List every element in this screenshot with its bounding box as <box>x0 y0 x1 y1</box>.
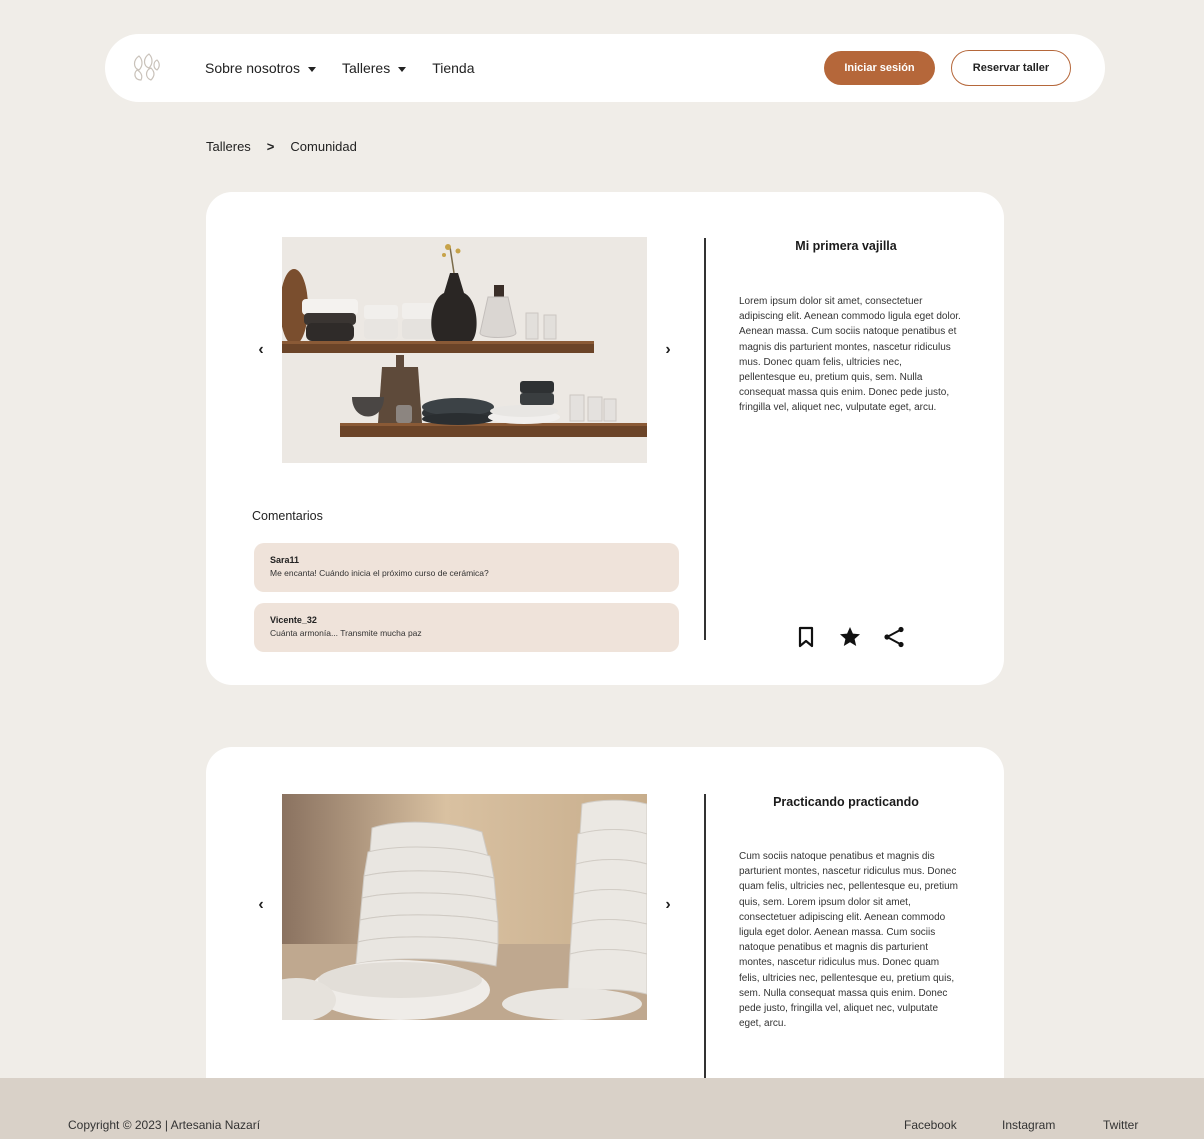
share-icon[interactable] <box>882 625 906 649</box>
caret-down-icon <box>398 66 407 72</box>
nav-item-label: Talleres <box>341 60 391 76</box>
chevron-right-icon: > <box>266 139 275 154</box>
nav-links: Sobre nosotros Talleres Tienda <box>205 34 501 102</box>
comment-item: Vicente_32 Cuánta armonía... Transmite m… <box>254 603 679 652</box>
post-title: Practicando practicando <box>773 795 919 809</box>
footer: Copyright © 2023 | Artesania Nazarí Face… <box>0 1078 1204 1139</box>
vertical-divider <box>704 794 706 1087</box>
footer-link-twitter[interactable]: Twitter <box>1103 1118 1138 1132</box>
comment-item: Sara11 Me encanta! Cuándo inicia el próx… <box>254 543 679 592</box>
nav-item-tienda[interactable]: Tienda <box>432 60 474 76</box>
nav-item-talleres[interactable]: Talleres <box>341 60 407 76</box>
caret-down-icon <box>307 66 316 72</box>
comment-text: Cuánta armonía... Transmite mucha paz <box>270 628 422 638</box>
book-workshop-button[interactable]: Reservar taller <box>951 50 1071 86</box>
breadcrumb: Talleres > Comunidad <box>206 139 357 154</box>
logo-icon[interactable] <box>129 52 165 84</box>
nav-item-label: Tienda <box>432 60 475 76</box>
post-actions <box>794 625 926 649</box>
breadcrumb-item-talleres[interactable]: Talleres <box>206 139 251 154</box>
comments-title: Comentarios <box>252 509 323 523</box>
post-body: Cum sociis natoque penatibus et magnis d… <box>739 851 959 1030</box>
nav-item-sobre-nosotros[interactable]: Sobre nosotros <box>205 60 316 76</box>
breadcrumb-item-comunidad: Comunidad <box>290 139 357 154</box>
vertical-divider <box>704 238 706 640</box>
post-image-shelves <box>282 237 647 463</box>
post-image-bowls <box>282 794 647 1020</box>
carousel-next-button[interactable]: › <box>658 340 678 360</box>
carousel-prev-button[interactable]: ‹ <box>251 340 271 360</box>
comment-user: Sara11 <box>270 555 300 565</box>
carousel-prev-button[interactable]: ‹ <box>251 895 271 915</box>
comment-user: Vicente_32 <box>270 615 317 625</box>
footer-link-instagram[interactable]: Instagram <box>1002 1118 1055 1132</box>
carousel-next-button[interactable]: › <box>658 895 678 915</box>
comment-text: Me encanta! Cuándo inicia el próximo cur… <box>270 568 489 578</box>
post-card: ‹ <box>206 192 1004 685</box>
top-navbar: Sobre nosotros Talleres Tienda Iniciar s… <box>105 34 1105 102</box>
post-title: Mi primera vajilla <box>795 239 897 253</box>
post-body: Lorem ipsum dolor sit amet, consectetuer… <box>739 296 961 414</box>
copyright-text: Copyright © 2023 | Artesania Nazarí <box>68 1118 261 1132</box>
star-icon[interactable] <box>838 625 862 649</box>
login-button[interactable]: Iniciar sesión <box>824 51 935 85</box>
bookmark-icon[interactable] <box>794 625 818 649</box>
footer-link-facebook[interactable]: Facebook <box>904 1118 957 1132</box>
post-card: ‹ <box>206 747 1004 1087</box>
nav-item-label: Sobre nosotros <box>205 60 300 76</box>
